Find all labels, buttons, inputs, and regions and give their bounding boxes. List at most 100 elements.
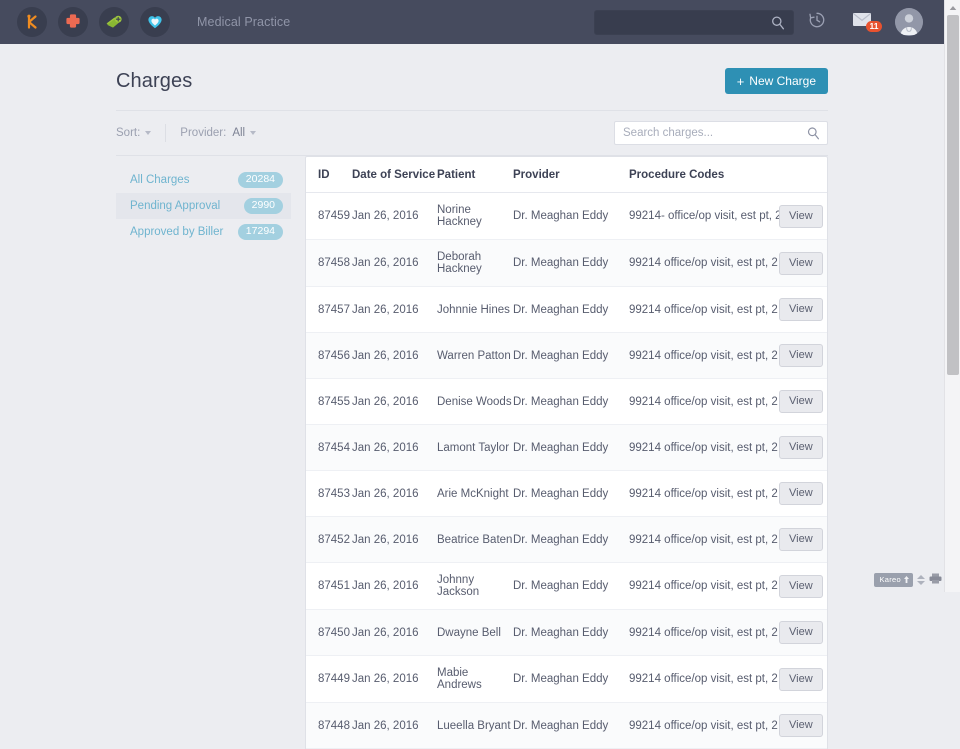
table-row[interactable]: 87449Jan 26, 2016Mabie AndrewsDr. Meagha…: [306, 656, 827, 703]
print-icon[interactable]: [929, 571, 942, 589]
cell-id: 87451: [306, 563, 352, 610]
table-row[interactable]: 87450Jan 26, 2016Dwayne BellDr. Meaghan …: [306, 610, 827, 656]
table-row[interactable]: 87452Jan 26, 2016Beatrice BatenDr. Meagh…: [306, 517, 827, 563]
global-search-input[interactable]: [603, 11, 773, 34]
cell-actions: View: [779, 563, 827, 610]
history-button[interactable]: [794, 0, 840, 44]
cell-actions: View: [779, 471, 827, 517]
view-button[interactable]: View: [779, 575, 823, 598]
sidebar-item-count: 2990: [244, 198, 283, 214]
cell-provider: Dr. Meaghan Eddy: [513, 656, 629, 703]
cell-patient: Denise Woods: [437, 379, 513, 425]
billing-money-icon[interactable]: [99, 7, 129, 37]
view-button[interactable]: View: [779, 298, 823, 321]
kareo-floating-widget[interactable]: Kareo: [874, 571, 942, 589]
messages-button[interactable]: 11: [840, 0, 886, 44]
chevron-down-icon: [145, 131, 151, 135]
view-button[interactable]: View: [779, 436, 823, 459]
cell-provider: Dr. Meaghan Eddy: [513, 703, 629, 749]
view-button[interactable]: View: [779, 528, 823, 551]
cell-provider: Dr. Meaghan Eddy: [513, 379, 629, 425]
page-header: Charges + New Charge: [116, 60, 828, 102]
cell-actions: View: [779, 610, 827, 656]
kareo-brand-pill[interactable]: Kareo: [874, 573, 913, 587]
view-button[interactable]: View: [779, 390, 823, 413]
cell-dos: Jan 26, 2016: [352, 656, 437, 703]
cell-actions: View: [779, 656, 827, 703]
cell-dos: Jan 26, 2016: [352, 471, 437, 517]
cell-id: 87458: [306, 240, 352, 287]
column-header-procedure[interactable]: Procedure Codes: [629, 157, 779, 193]
cell-id: 87454: [306, 425, 352, 471]
sidebar-item-approved-by-biller[interactable]: Approved by Biller 17294: [116, 219, 291, 245]
view-button[interactable]: View: [779, 205, 823, 228]
column-header-provider[interactable]: Provider: [513, 157, 629, 193]
view-button[interactable]: View: [779, 252, 823, 275]
cell-dos: Jan 26, 2016: [352, 379, 437, 425]
sort-dropdown[interactable]: Sort:: [116, 127, 151, 139]
table-row[interactable]: 87456Jan 26, 2016Warren PattonDr. Meagha…: [306, 333, 827, 379]
table-row[interactable]: 87451Jan 26, 2016Johnny JacksonDr. Meagh…: [306, 563, 827, 610]
widget-stepper[interactable]: [917, 575, 925, 585]
column-header-dos[interactable]: Date of Service: [352, 157, 437, 193]
cell-provider: Dr. Meaghan Eddy: [513, 287, 629, 333]
stepper-up-icon[interactable]: [917, 575, 925, 579]
cell-procedure: 99214 office/op visit, est pt, 2 ...: [629, 703, 779, 749]
provider-label: Provider:: [180, 127, 226, 139]
sidebar-item-label: Approved by Biller: [130, 226, 223, 238]
column-header-id[interactable]: ID: [306, 157, 352, 193]
cell-dos: Jan 26, 2016: [352, 287, 437, 333]
view-button[interactable]: View: [779, 714, 823, 737]
table-row[interactable]: 87454Jan 26, 2016Lamont TaylorDr. Meagha…: [306, 425, 827, 471]
sidebar-item-all-charges[interactable]: All Charges 20284: [116, 167, 291, 193]
cell-patient: Dwayne Bell: [437, 610, 513, 656]
table-row[interactable]: 87457Jan 26, 2016Johnnie HinesDr. Meagha…: [306, 287, 827, 333]
cell-actions: View: [779, 287, 827, 333]
filter-toolbar: Sort: Provider: All: [116, 111, 828, 155]
table-row[interactable]: 87448Jan 26, 2016Lueella BryantDr. Meagh…: [306, 703, 827, 749]
global-search[interactable]: [594, 10, 794, 35]
user-menu-button[interactable]: [886, 0, 932, 44]
sidebar-item-pending-approval[interactable]: Pending Approval 2990: [116, 193, 291, 219]
plus-icon: +: [737, 75, 745, 88]
cell-id: 87456: [306, 333, 352, 379]
stepper-down-icon[interactable]: [917, 581, 925, 585]
cell-provider: Dr. Meaghan Eddy: [513, 240, 629, 287]
app-switcher: [0, 7, 170, 37]
cell-actions: View: [779, 240, 827, 287]
scrollbar-thumb[interactable]: [947, 15, 959, 375]
charges-search[interactable]: [614, 121, 828, 145]
cell-patient: Arie McKnight: [437, 471, 513, 517]
new-charge-button[interactable]: + New Charge: [725, 68, 828, 94]
sidebar-item-label: Pending Approval: [130, 200, 220, 212]
cell-procedure: 99214 office/op visit, est pt, 2 ...: [629, 610, 779, 656]
table-row[interactable]: 87453Jan 26, 2016Arie McKnightDr. Meagha…: [306, 471, 827, 517]
patient-heart-icon[interactable]: [140, 7, 170, 37]
table-row[interactable]: 87455Jan 26, 2016Denise WoodsDr. Meaghan…: [306, 379, 827, 425]
kareo-logo-icon[interactable]: [17, 7, 47, 37]
column-header-patient[interactable]: Patient: [437, 157, 513, 193]
search-icon: [770, 15, 786, 36]
page-scrollbar[interactable]: [944, 0, 960, 592]
provider-dropdown[interactable]: Provider: All: [180, 127, 256, 139]
cell-procedure: 99214 office/op visit, est pt, 2 ...: [629, 517, 779, 563]
view-button[interactable]: View: [779, 621, 823, 644]
cell-actions: View: [779, 425, 827, 471]
cell-dos: Jan 26, 2016: [352, 240, 437, 287]
history-clock-icon: [807, 10, 827, 35]
table-row[interactable]: 87459Jan 26, 2016Norine HackneyDr. Meagh…: [306, 193, 827, 240]
cell-procedure: 99214 office/op visit, est pt, 2 ...: [629, 471, 779, 517]
avatar[interactable]: [895, 8, 923, 36]
table-body: 87459Jan 26, 2016Norine HackneyDr. Meagh…: [306, 193, 827, 749]
view-button[interactable]: View: [779, 482, 823, 505]
cell-id: 87450: [306, 610, 352, 656]
view-button[interactable]: View: [779, 344, 823, 367]
cell-patient: Beatrice Baten: [437, 517, 513, 563]
cell-provider: Dr. Meaghan Eddy: [513, 517, 629, 563]
view-button[interactable]: View: [779, 668, 823, 691]
table-row[interactable]: 87458Jan 26, 2016Deborah HackneyDr. Meag…: [306, 240, 827, 287]
medical-cross-icon[interactable]: [58, 7, 88, 37]
scroll-up-arrow-icon[interactable]: [945, 0, 960, 15]
search-charges-input[interactable]: [623, 127, 808, 139]
cell-provider: Dr. Meaghan Eddy: [513, 471, 629, 517]
